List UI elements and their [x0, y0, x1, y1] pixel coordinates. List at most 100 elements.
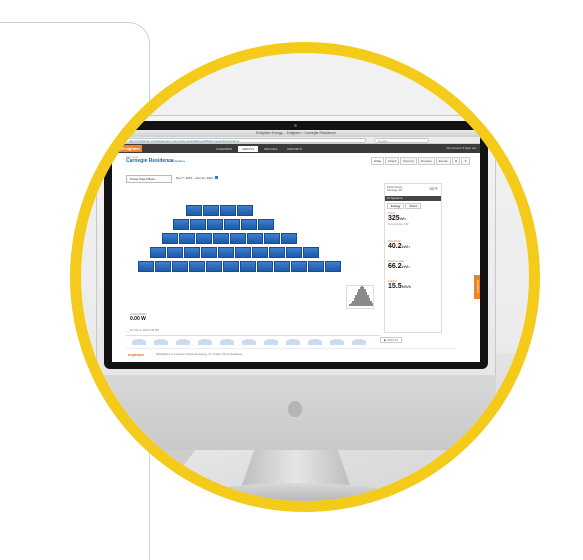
solar-panel[interactable] — [325, 261, 341, 272]
solar-panel[interactable] — [162, 233, 178, 244]
production-timeline[interactable] — [126, 335, 380, 345]
view-tabs: Array Graph Reports Devices Events ⚙ ↻ — [370, 157, 470, 165]
nav-tab-devices[interactable]: DEVICES — [260, 146, 281, 152]
main-nav: OVERVIEW ARRAYS DEVICES REPORTS — [212, 146, 306, 152]
stat-lifetime: Lifetime 15.5MWh — [388, 280, 411, 291]
solar-panel[interactable] — [274, 261, 290, 272]
solar-panel[interactable] — [201, 247, 217, 258]
solar-panel[interactable] — [223, 261, 239, 272]
solar-panel[interactable] — [257, 261, 273, 272]
solar-panel[interactable] — [247, 233, 263, 244]
filter-row: Power Past Fifteen Nov 7, 2012 – Nov 11,… — [126, 175, 218, 183]
timeline-day-hump — [286, 339, 300, 345]
settings-icon[interactable]: ⚙ — [451, 157, 461, 165]
solar-panel[interactable] — [240, 261, 256, 272]
camera-icon — [294, 124, 297, 127]
solar-panel[interactable] — [203, 205, 219, 216]
solar-panel[interactable] — [258, 219, 274, 230]
solar-panel[interactable] — [220, 205, 236, 216]
user-menu[interactable]: My account ▾ Sign out — [446, 146, 476, 150]
nav-tab-arrays[interactable]: ARRAYS — [238, 146, 259, 152]
timeline-day-hump — [330, 339, 344, 345]
solar-panel[interactable] — [252, 247, 268, 258]
solar-panel[interactable] — [291, 261, 307, 272]
array-view — [126, 183, 380, 331]
solar-panel[interactable] — [167, 247, 183, 258]
date-range-text: Nov 7, 2012 – Nov 11, 2012 — [176, 176, 214, 180]
solar-panel[interactable] — [196, 233, 212, 244]
production-histogram — [346, 285, 374, 309]
highlight-circle: Enlighten Energy – Enlighten › Carnegie … — [70, 42, 540, 512]
solar-panel[interactable] — [269, 247, 285, 258]
solar-panel[interactable] — [264, 233, 280, 244]
solar-panel[interactable] — [150, 247, 166, 258]
view-tab-events[interactable]: Events — [435, 157, 451, 165]
solar-panel[interactable] — [303, 247, 319, 258]
window-title: Enlighten Energy – Enlighten › Carnegie … — [256, 131, 336, 135]
solar-panel[interactable] — [179, 233, 195, 244]
app-logo[interactable]: MyEnlighten — [114, 145, 142, 152]
solar-panel[interactable] — [172, 261, 188, 272]
histogram-bar — [371, 303, 373, 306]
solar-panel[interactable] — [230, 233, 246, 244]
timeline-day-hump — [264, 339, 278, 345]
timeline-day-hump — [132, 339, 146, 345]
timestamp-label: Fri, Nov 9, 2012 3:30 PM — [130, 329, 159, 332]
nav-tab-reports[interactable]: REPORTS — [283, 146, 305, 152]
apple-logo-icon — [288, 401, 302, 417]
feedback-tab[interactable]: Feedback — [474, 275, 480, 299]
timeline-day-hump — [352, 339, 366, 345]
view-tab-devices[interactable]: Devices — [417, 157, 435, 165]
window-titlebar: Enlighten Energy – Enlighten › Carnegie … — [112, 130, 480, 137]
solar-panel[interactable] — [224, 219, 240, 230]
solar-panel[interactable] — [286, 247, 302, 258]
weather-location: Carnegie, PA — [387, 189, 403, 192]
timeline-day-hump — [242, 339, 256, 345]
date-range[interactable]: Nov 7, 2012 – Nov 11, 2012 — [176, 175, 218, 183]
view-tab-reports[interactable]: Reports — [400, 157, 417, 165]
refresh-icon[interactable]: ↻ — [461, 157, 470, 165]
solar-panel[interactable] — [189, 261, 205, 272]
solar-panel-array — [126, 183, 380, 331]
solar-panel[interactable] — [186, 205, 202, 216]
timeline-day-hump — [198, 339, 212, 345]
solar-panel[interactable] — [308, 261, 324, 272]
site-details-link[interactable]: Add details ▸ — [168, 159, 185, 163]
stat-month: Month to date 66.2kWh — [388, 260, 410, 271]
solar-panel[interactable] — [241, 219, 257, 230]
power-filter-select[interactable]: Power Past Fifteen — [126, 175, 172, 183]
solar-panel[interactable] — [218, 247, 234, 258]
view-tab-array[interactable]: Array — [370, 157, 385, 165]
solar-panel[interactable] — [206, 261, 222, 272]
solar-panel[interactable] — [213, 233, 229, 244]
current-power-value: 0.00 W — [130, 316, 146, 322]
address-bar[interactable]: https://enlighten.enphaseenergy.com/syst… — [126, 138, 366, 143]
solar-panel[interactable] — [235, 247, 251, 258]
solar-panel[interactable] — [173, 219, 189, 230]
timeline-controls[interactable]: ▶ 2012-07 — [380, 337, 403, 343]
calendar-icon[interactable] — [214, 176, 218, 179]
imac-stand-foot — [196, 483, 396, 501]
timeline-day-hump — [220, 339, 234, 345]
site-name: Carnegie Residence — [126, 158, 174, 164]
search-input[interactable]: Google — [374, 138, 429, 143]
view-tab-graph[interactable]: Graph — [385, 157, 400, 165]
solar-panel[interactable] — [281, 233, 297, 244]
solar-panel[interactable] — [184, 247, 200, 258]
app-footer: enphase MyEnlighten is a product of Enph… — [126, 348, 456, 358]
nav-tab-overview[interactable]: OVERVIEW — [212, 146, 236, 152]
panel-section-title: Lit Systems — [385, 196, 441, 201]
solar-panel[interactable] — [155, 261, 171, 272]
tab-status[interactable]: Status — [405, 203, 422, 209]
solar-panel[interactable] — [138, 261, 154, 272]
current-power-box: Current Power 0.00 W — [130, 313, 156, 322]
side-tabs: Energy Status — [387, 203, 422, 209]
solar-panel[interactable] — [207, 219, 223, 230]
stat-today: Today 325Wh Current Power 0 W — [388, 212, 408, 226]
browser-toolbar: https://enlighten.enphaseenergy.com/syst… — [112, 137, 480, 144]
site-header: Site view Carnegie Residence Add details… — [112, 153, 480, 165]
tab-energy[interactable]: Energy — [387, 203, 405, 209]
monitor-screen: Enlighten Energy – Enlighten › Carnegie … — [112, 130, 480, 362]
solar-panel[interactable] — [237, 205, 253, 216]
solar-panel[interactable] — [190, 219, 206, 230]
